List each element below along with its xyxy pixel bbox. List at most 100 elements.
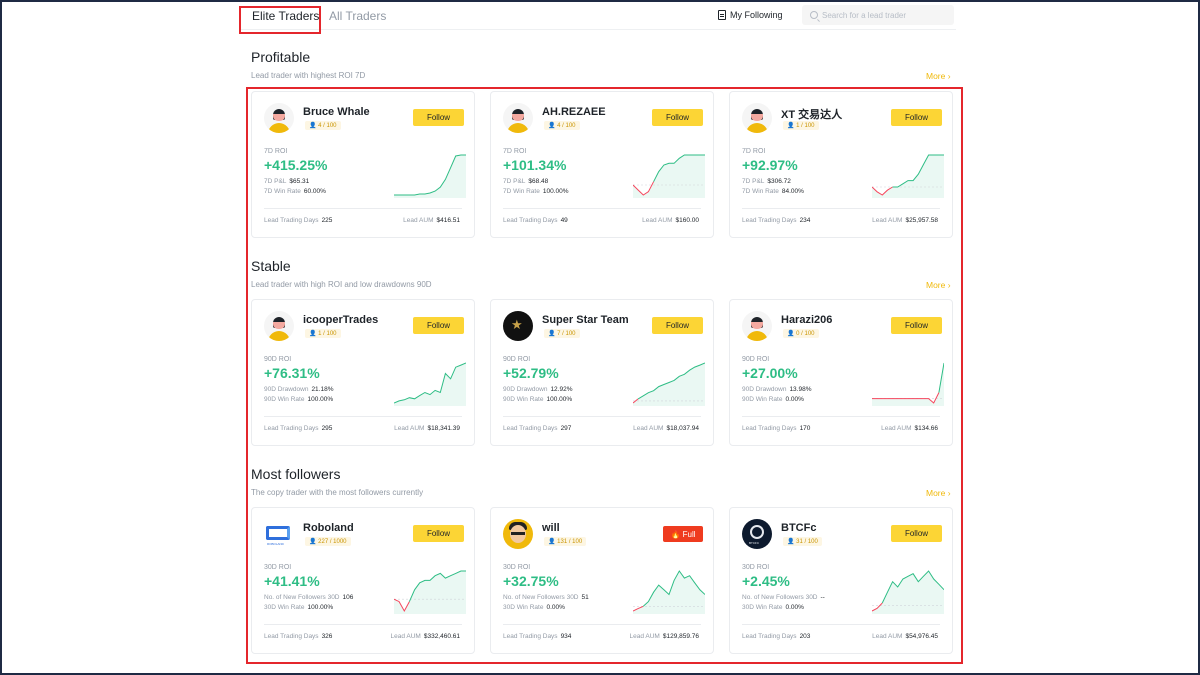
trader-name[interactable]: BTCFc <box>781 522 816 534</box>
follow-button[interactable]: Follow <box>891 317 942 334</box>
roi-label: 90D ROI <box>742 356 770 363</box>
lead-trading-days: Lead Trading Days 326 <box>264 633 333 640</box>
follow-button[interactable]: Follow <box>891 525 942 542</box>
follow-button[interactable]: Follow <box>413 525 464 542</box>
btcfc-logo[interactable]: BTCFC <box>742 519 772 549</box>
roboland-logo[interactable]: ROBOLAND <box>264 519 294 549</box>
follow-button[interactable]: Follow <box>891 109 942 126</box>
trader-name[interactable]: will <box>542 522 560 534</box>
section-subtitle-stable: Lead trader with high ROI and low drawdo… <box>251 280 432 289</box>
default-avatar[interactable] <box>742 103 772 133</box>
copier-slots-badge: 👤 31 / 100 <box>783 537 822 546</box>
copier-slots-badge: 👤 0 / 100 <box>783 329 819 338</box>
user-icon: 👤 <box>309 123 317 129</box>
follow-button[interactable]: Follow <box>652 317 703 334</box>
section-title-stable: Stable <box>251 258 291 274</box>
more-link-stable[interactable]: More › <box>926 280 951 290</box>
roi-value: +415.25% <box>264 157 328 173</box>
lead-aum: Lead AUM $25,957.58 <box>872 217 938 224</box>
section-subtitle-most-followers: The copy trader with the most followers … <box>251 488 424 497</box>
card-divider <box>503 624 701 625</box>
sparkline-area <box>394 155 466 198</box>
lead-trading-days: Lead Trading Days 234 <box>742 217 811 224</box>
roi-label: 30D ROI <box>503 564 531 571</box>
roi-label: 7D ROI <box>503 148 527 155</box>
stat-primary: 7D P&L $65.31 <box>264 178 310 185</box>
trader-card[interactable]: ROBOLAND Roboland 👤 227 / 1000 Follow 30D RO… <box>251 507 475 654</box>
default-avatar[interactable] <box>742 311 772 341</box>
search-box[interactable] <box>802 5 954 25</box>
follow-button[interactable]: Follow <box>652 109 703 126</box>
roi-sparkline <box>872 570 944 614</box>
tab-highlight-box <box>239 6 321 34</box>
trader-name[interactable]: AH.REZAEE <box>542 106 606 118</box>
lead-trading-days: Lead Trading Days 934 <box>503 633 572 640</box>
lead-aum: Lead AUM $18,341.39 <box>394 425 460 432</box>
roi-sparkline <box>394 362 466 406</box>
roi-label: 7D ROI <box>742 148 766 155</box>
roi-label: 90D ROI <box>264 356 292 363</box>
stat-primary: 7D P&L $306.72 <box>742 178 791 185</box>
stat-win-rate: 90D Win Rate 100.00% <box>264 396 334 403</box>
section-title-profitable: Profitable <box>251 49 311 65</box>
stat-win-rate: 30D Win Rate 100.00% <box>264 604 334 611</box>
stat-primary: 7D P&L $68.48 <box>503 178 549 185</box>
trader-name[interactable]: Roboland <box>303 522 354 534</box>
search-input[interactable] <box>822 10 942 20</box>
stat-primary: No. of New Followers 30D 51 <box>503 594 589 601</box>
top-nav: Elite Traders All Traders My Following <box>240 4 956 30</box>
card-divider <box>742 624 940 625</box>
roi-label: 90D ROI <box>503 356 531 363</box>
cartoon-avatar[interactable] <box>503 519 533 549</box>
lead-trading-days: Lead Trading Days 297 <box>503 425 572 432</box>
lead-aum: Lead AUM $134.66 <box>881 425 938 432</box>
sparkline-area <box>872 155 944 198</box>
card-divider <box>503 208 701 209</box>
default-avatar[interactable] <box>264 103 294 133</box>
stat-win-rate: 7D Win Rate 100.00% <box>503 188 569 195</box>
roi-value: +41.41% <box>264 573 320 589</box>
trader-card[interactable]: Bruce Whale 👤 4 / 100 Follow 7D ROI +415.25%… <box>251 91 475 238</box>
trader-card[interactable]: AH.REZAEE 👤 4 / 100 Follow 7D ROI +101.34% 7D… <box>490 91 714 238</box>
stat-win-rate: 30D Win Rate 0.00% <box>503 604 565 611</box>
user-icon: 👤 <box>548 331 556 337</box>
trader-card[interactable]: Super Star Team 👤 7 / 100 Follow 90D ROI +52… <box>490 299 714 446</box>
lead-aum: Lead AUM $54,976.45 <box>872 633 938 640</box>
copier-slots-badge: 👤 4 / 100 <box>544 121 580 130</box>
trader-card[interactable]: will 👤 131 / 100 🔥 Full 30D ROI +32.75% No. o… <box>490 507 714 654</box>
lead-aum: Lead AUM $416.51 <box>403 217 460 224</box>
search-icon <box>810 11 818 19</box>
more-link-profitable[interactable]: More › <box>926 71 951 81</box>
card-divider <box>264 208 462 209</box>
follow-button[interactable]: Follow <box>413 317 464 334</box>
trader-name[interactable]: XT 交易达人 <box>781 106 842 122</box>
roi-sparkline <box>394 154 466 198</box>
trader-card[interactable]: Harazi206 👤 0 / 100 Follow 90D ROI +27.00% 90… <box>729 299 953 446</box>
default-avatar[interactable] <box>503 103 533 133</box>
trader-card[interactable]: icooperTrades 👤 1 / 100 Follow 90D ROI +76.3… <box>251 299 475 446</box>
roi-sparkline <box>872 154 944 198</box>
trader-card[interactable]: BTCFC BTCFc 👤 31 / 100 Follow 30D ROI +2.45% N… <box>729 507 953 654</box>
roi-label: 30D ROI <box>264 564 292 571</box>
lead-trading-days: Lead Trading Days 170 <box>742 425 811 432</box>
roi-value: +32.75% <box>503 573 559 589</box>
my-following-link[interactable]: My Following <box>718 10 783 20</box>
user-icon: 👤 <box>309 331 317 337</box>
roi-sparkline <box>633 362 705 406</box>
my-following-label: My Following <box>730 10 783 20</box>
trader-name[interactable]: icooperTrades <box>303 314 378 326</box>
full-button[interactable]: 🔥 Full <box>663 526 703 542</box>
star-avatar[interactable] <box>503 311 533 341</box>
lead-aum: Lead AUM $332,460.61 <box>390 633 460 640</box>
card-divider <box>503 416 701 417</box>
trader-name[interactable]: Harazi206 <box>781 314 832 326</box>
trader-name[interactable]: Super Star Team <box>542 314 629 326</box>
follow-button[interactable]: Follow <box>413 109 464 126</box>
trader-card[interactable]: XT 交易达人 👤 1 / 100 Follow 7D ROI +92.97% 7D P&… <box>729 91 953 238</box>
trader-name[interactable]: Bruce Whale <box>303 106 370 118</box>
roi-label: 30D ROI <box>742 564 770 571</box>
more-link-most-followers[interactable]: More › <box>926 488 951 498</box>
default-avatar[interactable] <box>264 311 294 341</box>
user-icon: 👤 <box>309 539 317 545</box>
tab-all-traders[interactable]: All Traders <box>329 9 386 23</box>
